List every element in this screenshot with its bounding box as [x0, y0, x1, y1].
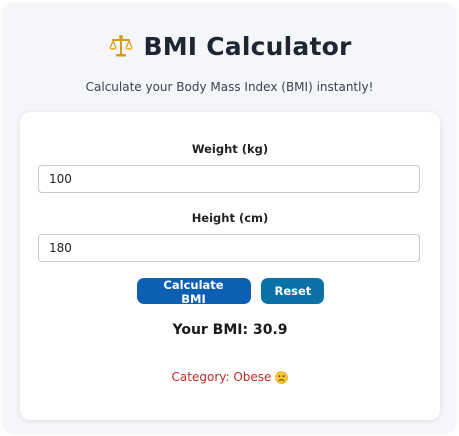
reset-button[interactable]: Reset	[260, 278, 324, 304]
weight-input[interactable]	[38, 165, 420, 193]
height-label: Height (cm)	[191, 211, 269, 225]
worried-face-icon	[275, 370, 289, 384]
button-row: Calculate BMI Reset	[20, 278, 440, 306]
page-title: BMI Calculator	[143, 31, 352, 61]
category-text: Category: Obese	[171, 370, 272, 384]
calculator-card: Weight (kg) Height (cm) Calculate BMI Re…	[20, 112, 440, 420]
bmi-category: Category: Obese	[20, 370, 440, 384]
weight-label: Weight (kg)	[191, 142, 269, 156]
bmi-result: Your BMI: 30.9	[172, 322, 288, 338]
page-header: BMI Calculator	[4, 26, 455, 66]
balance-scale-icon	[107, 32, 135, 60]
bmi-app: BMI Calculator Calculate your Body Mass …	[4, 4, 455, 432]
calculate-bmi-button[interactable]: Calculate BMI	[136, 278, 251, 306]
height-input[interactable]	[38, 234, 420, 262]
page-subtitle: Calculate your Body Mass Index (BMI) ins…	[85, 80, 374, 94]
